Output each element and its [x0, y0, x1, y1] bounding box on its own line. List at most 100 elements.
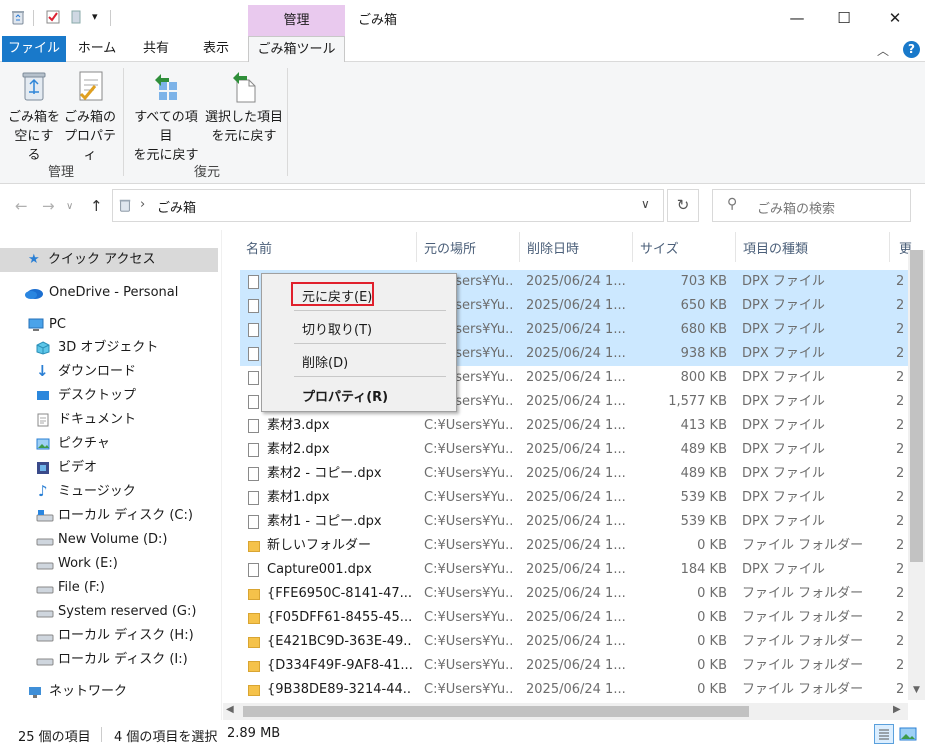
menu-item-cut[interactable]: 切り取り(T)	[302, 319, 372, 338]
status-bar: 25 個の項目 4 個の項目を選択 2.89 MB	[0, 720, 925, 749]
tab-home[interactable]: ホーム	[66, 36, 128, 62]
horizontal-scroll-thumb[interactable]	[243, 706, 749, 717]
nav-item-music[interactable]: ♪ ミュージック	[0, 480, 218, 504]
nav-label: ドキュメント	[58, 412, 137, 427]
customize-qa-dropdown-icon[interactable]: ▾	[92, 10, 98, 23]
nav-label: ローカル ディスク (I:)	[58, 652, 188, 667]
close-button[interactable]: ✕	[872, 0, 918, 36]
date-deleted: 2025/06/24 1...	[526, 514, 626, 529]
back-arrow-icon[interactable]: ←	[15, 197, 28, 215]
tab-file[interactable]: ファイル	[2, 36, 66, 62]
table-row[interactable]: 素材3.dpx C:¥Users¥Yu... 2025/06/24 1... 413 …	[240, 414, 908, 438]
restore-selected-items-button[interactable]: 選択した項目 を元に戻す	[205, 68, 283, 146]
nav-item-drive-d[interactable]: New Volume (D:)	[0, 528, 218, 552]
recycle-bin-icon[interactable]	[10, 9, 26, 25]
date-modified: 2	[896, 682, 905, 697]
menu-item-properties[interactable]: プロパティ(R)	[302, 386, 388, 405]
refresh-button[interactable]: ↻	[667, 189, 699, 222]
original-location: C:¥Users¥Yu...	[424, 610, 514, 625]
details-view-icon[interactable]	[874, 724, 894, 744]
address-dropdown-icon[interactable]: ∨	[641, 197, 650, 211]
nav-item-pictures[interactable]: ピクチャ	[0, 432, 218, 456]
file-size: 489 KB	[680, 442, 727, 457]
scroll-left-arrow-icon[interactable]: ◀	[226, 704, 234, 715]
nav-item-drive-c[interactable]: ローカル ディスク (C:)	[0, 504, 218, 528]
collapse-ribbon-icon[interactable]: ︿	[877, 42, 889, 59]
tab-view[interactable]: 表示	[184, 36, 248, 62]
nav-item-drive-h[interactable]: ローカル ディスク (H:)	[0, 624, 218, 648]
nav-item-drive-g[interactable]: System reserved (G:)	[0, 600, 218, 624]
item-type: DPX ファイル	[742, 346, 825, 361]
nav-item-3d-objects[interactable]: 3D オブジェクト	[0, 336, 218, 360]
menu-item-restore[interactable]: 元に戻す(E)	[302, 286, 372, 305]
file-size: 539 KB	[680, 490, 727, 505]
restore-selected-label-1: 選択した項目	[205, 110, 284, 125]
table-row[interactable]: {D334F49F-9AF8-41... C:¥Users¥Yu... 2025/0…	[240, 654, 908, 678]
restore-all-items-button[interactable]: すべての項目 を元に戻す	[128, 68, 204, 165]
help-icon[interactable]: ?	[903, 41, 920, 58]
date-deleted: 2025/06/24 1...	[526, 322, 626, 337]
recycle-bin-properties-button[interactable]: ごみ箱の プロパティ	[60, 68, 120, 165]
column-header-name[interactable]: 名前	[246, 238, 272, 257]
up-arrow-icon[interactable]: ↑	[90, 197, 103, 215]
column-separator[interactable]	[889, 232, 890, 262]
file-icon	[248, 299, 259, 313]
breadcrumb-current[interactable]: ごみ箱	[157, 197, 196, 216]
nav-item-quick-access[interactable]: ★ クイック アクセス	[0, 248, 218, 272]
column-header-size[interactable]: サイズ	[640, 238, 679, 257]
table-row[interactable]: 新しいフォルダー C:¥Users¥Yu... 2025/06/24 1... 0 K…	[240, 534, 908, 558]
table-row[interactable]: {F05DFF61-8455-45... C:¥Users¥Yu... 2025/0…	[240, 606, 908, 630]
nav-label: OneDrive - Personal	[49, 285, 179, 300]
column-separator[interactable]	[735, 232, 736, 262]
tab-share[interactable]: 共有	[128, 36, 184, 62]
tab-recycle-bin-tools[interactable]: ごみ箱ツール	[248, 36, 345, 63]
file-size: 1,577 KB	[668, 394, 727, 409]
column-separator[interactable]	[632, 232, 633, 262]
nav-item-network[interactable]: ネットワーク	[0, 680, 218, 704]
nav-item-drive-i[interactable]: ローカル ディスク (I:)	[0, 648, 218, 672]
nav-item-drive-f[interactable]: File (F:)	[0, 576, 218, 600]
table-row[interactable]: Capture001.dpx C:¥Users¥Yu... 2025/06/24 1…	[240, 558, 908, 582]
column-separator[interactable]	[416, 232, 417, 262]
column-header-original-location[interactable]: 元の場所	[424, 238, 476, 257]
table-row[interactable]: 素材1.dpx C:¥Users¥Yu... 2025/06/24 1... 539 …	[240, 486, 908, 510]
nav-item-pc[interactable]: PC	[0, 313, 218, 337]
file-size: 413 KB	[680, 418, 727, 433]
item-type: DPX ファイル	[742, 442, 825, 457]
empty-recycle-bin-button[interactable]: ごみ箱を 空にする	[8, 68, 60, 165]
document-icon	[37, 413, 49, 427]
scroll-down-arrow-icon[interactable]: ▼	[908, 685, 925, 700]
nav-item-documents[interactable]: ドキュメント	[0, 408, 218, 432]
nav-item-downloads[interactable]: ↓ ダウンロード	[0, 360, 218, 384]
table-row[interactable]: 素材2 - コピー.dpx C:¥Users¥Yu... 2025/06/24 1.…	[240, 462, 908, 486]
status-separator	[101, 727, 102, 742]
menu-item-delete[interactable]: 削除(D)	[302, 352, 348, 371]
table-row[interactable]: {9B38DE89-3214-44... C:¥Users¥Yu... 2025/0…	[240, 678, 908, 702]
table-row[interactable]: 素材1 - コピー.dpx C:¥Users¥Yu... 2025/06/24 1.…	[240, 510, 908, 534]
nav-item-onedrive[interactable]: OneDrive - Personal	[0, 281, 218, 305]
breadcrumb-chevron-icon[interactable]: ›	[140, 197, 145, 212]
column-separator[interactable]	[519, 232, 520, 262]
scroll-right-arrow-icon[interactable]: ▶	[893, 704, 901, 715]
file-size: 650 KB	[680, 298, 727, 313]
maximize-button[interactable]: ☐	[821, 0, 867, 36]
large-icons-view-icon[interactable]	[898, 724, 918, 744]
vertical-scroll-thumb[interactable]	[910, 250, 923, 562]
table-row[interactable]: {E421BC9D-363E-49... C:¥Users¥Yu... 2025/0…	[240, 630, 908, 654]
properties-check-icon[interactable]	[45, 9, 61, 25]
nav-item-drive-e[interactable]: Work (E:)	[0, 552, 218, 576]
original-location: C:¥Users¥Yu...	[424, 562, 514, 577]
file-name: {9B38DE89-3214-44...	[267, 682, 412, 697]
restore-all-icon	[155, 74, 177, 100]
minimize-button[interactable]: —	[774, 0, 820, 36]
table-row[interactable]: {FFE6950C-8141-47... C:¥Users¥Yu... 2025/0…	[240, 582, 908, 606]
nav-item-videos[interactable]: ビデオ	[0, 456, 218, 480]
restore-selected-label-2: を元に戻す	[211, 129, 277, 144]
table-row[interactable]: 素材2.dpx C:¥Users¥Yu... 2025/06/24 1... 489 …	[240, 438, 908, 462]
new-folder-icon[interactable]	[68, 9, 84, 25]
column-header-item-type[interactable]: 項目の種類	[743, 238, 808, 257]
nav-item-desktop[interactable]: デスクトップ	[0, 384, 218, 408]
recent-locations-icon[interactable]: ∨	[66, 201, 73, 212]
column-header-date-deleted[interactable]: 削除日時	[527, 238, 579, 257]
forward-arrow-icon[interactable]: →	[42, 197, 55, 215]
